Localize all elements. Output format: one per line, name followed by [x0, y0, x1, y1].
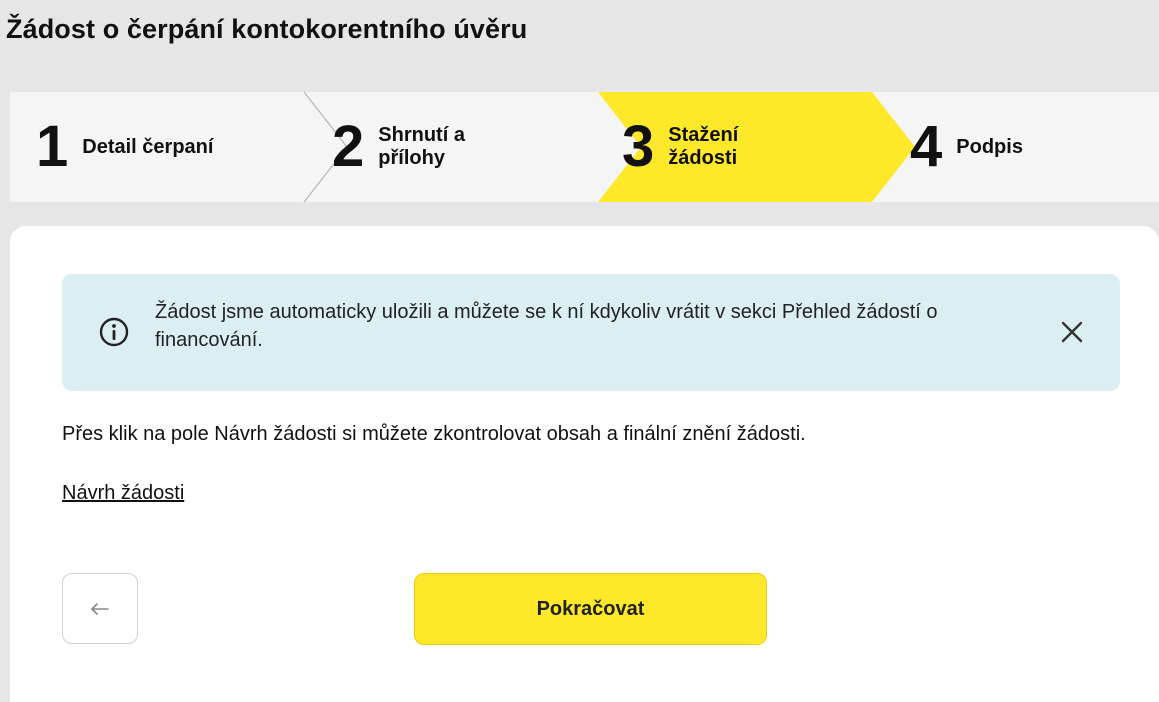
- back-button[interactable]: [62, 573, 138, 644]
- stepper: 1 Detail čerpaní 2 Shrnutí a přílohy 3 S…: [10, 92, 1159, 202]
- step-label: Stažení žádosti: [668, 124, 739, 169]
- step-number: 1: [36, 114, 69, 179]
- info-icon: [99, 317, 129, 347]
- step-number: 4: [910, 114, 943, 179]
- close-icon[interactable]: [1058, 318, 1086, 346]
- step-number: 2: [332, 114, 365, 179]
- description-text: Přes klik na pole Návrh žádosti si můžet…: [62, 423, 806, 445]
- info-banner: Žádost jsme automaticky uložili a můžete…: [62, 274, 1120, 391]
- page-title: Žádost o čerpání kontokorentního úvěru: [6, 14, 528, 44]
- continue-button[interactable]: Pokračovat: [414, 573, 767, 645]
- step-4-podpis[interactable]: 4 Podpis: [910, 92, 1023, 202]
- step-2-shrnuti-a-prilohy[interactable]: 2 Shrnutí a přílohy: [332, 92, 465, 202]
- step-label: Podpis: [956, 135, 1023, 158]
- step-label: Shrnutí a přílohy: [378, 124, 465, 169]
- step-number: 3: [622, 114, 655, 179]
- step-3-stazeni-zadosti[interactable]: 3 Stažení žádosti: [622, 92, 738, 202]
- info-banner-text: Žádost jsme automaticky uložili a můžete…: [155, 301, 938, 351]
- arrow-left-icon: [91, 602, 109, 615]
- content-card: Žádost jsme automaticky uložili a můžete…: [10, 226, 1159, 702]
- navrh-zadosti-link[interactable]: Návrh žádosti: [62, 482, 184, 505]
- step-1-detail-cerpani[interactable]: 1 Detail čerpaní: [36, 92, 213, 202]
- step-label: Detail čerpaní: [82, 135, 214, 158]
